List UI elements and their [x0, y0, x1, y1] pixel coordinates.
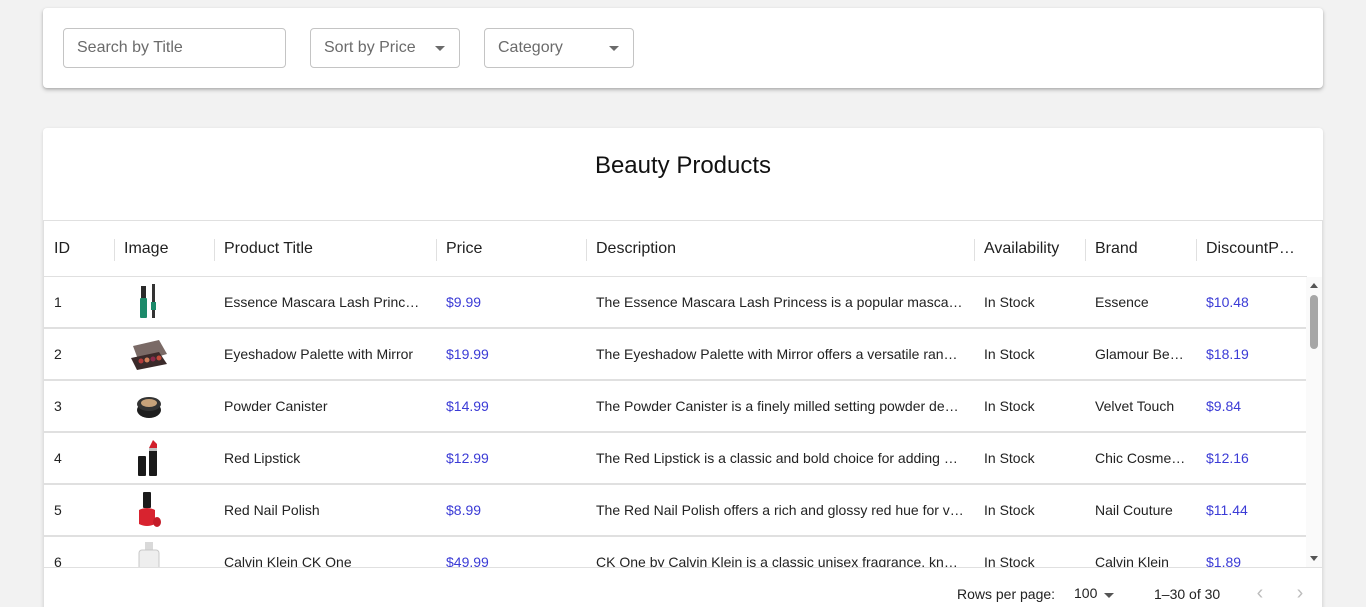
cell-availability: In Stock	[984, 502, 1035, 518]
cell-availability: In Stock	[984, 294, 1035, 310]
cell-title: Essence Mascara Lash Princ…	[224, 294, 420, 310]
cell-id: 2	[54, 346, 62, 362]
grid-body: 1 Essence Mascara Lash Princ… $9.99 The …	[44, 277, 1307, 567]
table-row[interactable]: 6 Calvin Klein CK One $49.99 CK One by C…	[44, 537, 1307, 567]
column-header-discount-price[interactable]: DiscountP…	[1196, 221, 1307, 277]
rows-per-page-label: Rows per page:	[957, 586, 1056, 602]
pagination-footer: Rows per page: 100 1–30 of 30 ‹ ›	[44, 567, 1322, 607]
chevron-left-icon[interactable]: ‹	[1246, 580, 1274, 607]
table-row[interactable]: 5 Red Nail Polish $8.99 The Red Nail Pol…	[44, 485, 1307, 537]
cell-title: Powder Canister	[224, 398, 328, 414]
grid-header: ID Image Product Title Price Description…	[44, 221, 1307, 277]
cell-title: Red Lipstick	[224, 450, 301, 466]
cell-price: $19.99	[446, 346, 489, 362]
scroll-down-arrow-icon[interactable]	[1310, 556, 1318, 561]
cell-id: 3	[54, 398, 62, 414]
chevron-down-icon	[609, 46, 619, 51]
search-placeholder: Search by Title	[77, 39, 183, 56]
table-row[interactable]: 4 Red Lipstick $12.99 The Red Lipstick i…	[44, 433, 1307, 485]
cell-description: CK One by Calvin Klein is a classic unis…	[596, 554, 958, 567]
cell-description: The Eyeshadow Palette with Mirror offers…	[596, 346, 958, 362]
cell-brand: Nail Couture	[1095, 502, 1173, 518]
sort-label: Sort by Price	[324, 39, 416, 56]
cell-description: The Powder Canister is a finely milled s…	[596, 398, 959, 414]
cell-brand: Glamour Be…	[1095, 346, 1184, 362]
cell-brand: Essence	[1095, 294, 1149, 310]
cell-price: $12.99	[446, 450, 489, 466]
column-header-title[interactable]: Product Title	[214, 221, 436, 277]
red-nail-polish-thumbnail	[139, 492, 161, 527]
table-title: Beauty Products	[594, 152, 772, 179]
cell-discount-price: $18.19	[1206, 346, 1249, 362]
scroll-up-arrow-icon[interactable]	[1310, 283, 1318, 288]
cell-description: The Red Lipstick is a classic and bold c…	[596, 450, 958, 466]
cell-id: 4	[54, 450, 62, 466]
page-range: 1–30 of 30	[1154, 586, 1221, 602]
chevron-down-icon[interactable]	[1104, 593, 1114, 598]
chevron-right-icon[interactable]: ›	[1286, 580, 1314, 607]
cell-availability: In Stock	[984, 450, 1035, 466]
table-row[interactable]: 1 Essence Mascara Lash Princ… $9.99 The …	[44, 277, 1307, 329]
search-input[interactable]: Search by Title	[63, 28, 286, 68]
cell-description: The Red Nail Polish offers a rich and gl…	[596, 502, 964, 518]
sort-by-price-select[interactable]: Sort by Price	[310, 28, 460, 68]
cell-description: The Essence Mascara Lash Princess is a p…	[596, 294, 963, 310]
cell-price: $9.99	[446, 294, 482, 310]
cell-availability: In Stock	[984, 554, 1035, 567]
cell-id: 5	[54, 502, 62, 518]
cell-brand: Chic Cosme…	[1095, 450, 1186, 466]
column-header-id[interactable]: ID	[44, 221, 114, 277]
rows-per-page-select[interactable]: 100	[1074, 585, 1097, 601]
cell-availability: In Stock	[984, 346, 1035, 362]
cell-brand: Calvin Klein	[1095, 554, 1169, 567]
perfume-bottle-thumbnail	[138, 542, 160, 567]
cell-discount-price: $9.84	[1206, 398, 1242, 414]
red-lipstick-thumbnail	[138, 440, 157, 476]
column-header-price[interactable]: Price	[436, 221, 586, 277]
products-grid: ID Image Product Title Price Description…	[43, 220, 1323, 607]
chevron-down-icon	[435, 46, 445, 51]
cell-title: Eyeshadow Palette with Mirror	[224, 346, 414, 362]
cell-price: $49.99	[446, 554, 489, 567]
cell-title: Red Nail Polish	[224, 502, 320, 518]
table-row[interactable]: 3 Powder Canister $14.99 The Powder Cani…	[44, 381, 1307, 433]
mascara-thumbnail	[140, 284, 156, 318]
column-header-description[interactable]: Description	[586, 221, 974, 277]
vertical-scrollbar[interactable]	[1306, 277, 1322, 567]
table-row[interactable]: 2 Eyeshadow Palette with Mirror $19.99 T…	[44, 329, 1307, 381]
column-header-image[interactable]: Image	[114, 221, 214, 277]
cell-discount-price: $1.89	[1206, 554, 1242, 567]
filter-bar: Search by Title Sort by Price Category	[43, 8, 1323, 88]
cell-brand: Velvet Touch	[1095, 398, 1175, 414]
eyeshadow-palette-thumbnail	[131, 340, 167, 370]
cell-price: $14.99	[446, 398, 489, 414]
products-card: Beauty Products ID Image Product Title P…	[43, 128, 1323, 607]
scrollbar-thumb[interactable]	[1310, 295, 1318, 349]
cell-id: 1	[54, 294, 62, 310]
cell-discount-price: $12.16	[1206, 450, 1249, 466]
cell-price: $8.99	[446, 502, 482, 518]
cell-discount-price: $10.48	[1206, 294, 1249, 310]
cell-availability: In Stock	[984, 398, 1035, 414]
category-select[interactable]: Category	[484, 28, 634, 68]
cell-discount-price: $11.44	[1206, 502, 1248, 518]
column-header-availability[interactable]: Availability	[974, 221, 1085, 277]
cell-id: 6	[54, 554, 62, 567]
column-header-brand[interactable]: Brand	[1085, 221, 1196, 277]
category-label: Category	[498, 39, 563, 56]
powder-canister-thumbnail	[137, 397, 161, 418]
cell-title: Calvin Klein CK One	[224, 554, 352, 567]
